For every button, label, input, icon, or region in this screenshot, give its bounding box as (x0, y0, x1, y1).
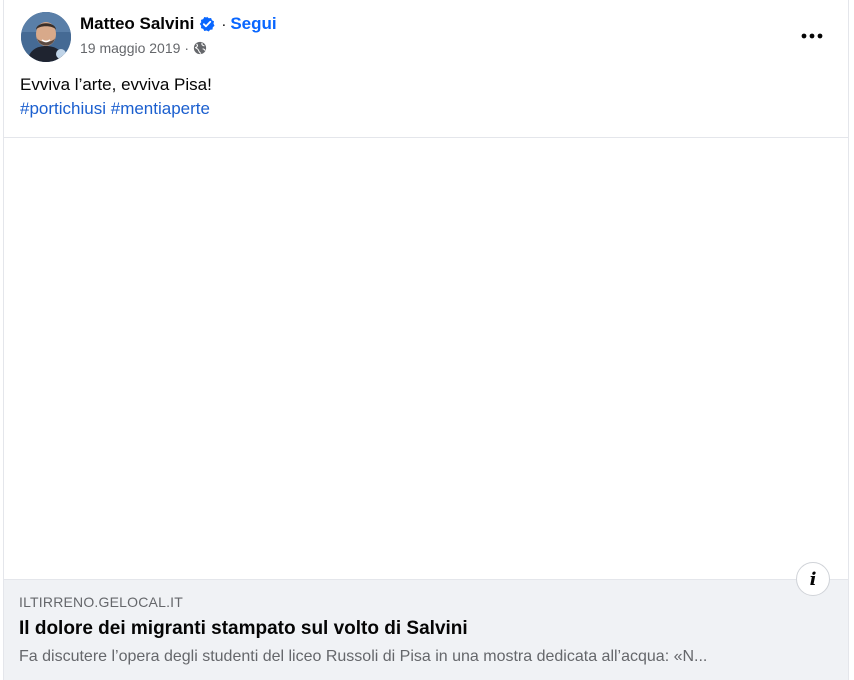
author-avatar[interactable] (21, 12, 71, 62)
hashtag-line: #portichiusi #mentiaperte (20, 97, 212, 121)
verified-badge-icon (200, 16, 215, 32)
name-separator: · (221, 15, 227, 33)
meta-separator: · (184, 40, 190, 56)
link-description: Fa discutere l’opera degli studenti del … (19, 648, 708, 665)
link-image-area[interactable] (4, 138, 848, 579)
globe-icon[interactable] (193, 41, 207, 55)
follow-button[interactable]: Segui (230, 14, 276, 34)
post-header: Matteo Salvini · Segui 19 maggio 2019 · (4, 0, 848, 70)
avatar-photo (21, 12, 71, 62)
author-name[interactable]: Matteo Salvini (80, 14, 194, 34)
link-headline: Il dolore dei migranti stampato sul volt… (19, 618, 468, 639)
more-options-icon (801, 33, 823, 39)
info-icon[interactable]: i (796, 562, 830, 596)
link-domain: ILTIRRENO.GELOCAL.IT (19, 594, 183, 610)
hashtag-link[interactable]: #portichiusi (20, 99, 106, 118)
post-meta: 19 maggio 2019 · (80, 40, 207, 56)
link-preview[interactable]: ILTIRRENO.GELOCAL.IT Il dolore dei migra… (4, 579, 848, 680)
post-card: Matteo Salvini · Segui 19 maggio 2019 · (3, 0, 849, 680)
post-text: Evviva l’arte, evviva Pisa! #portichiusi… (20, 73, 212, 121)
more-options-button[interactable] (794, 18, 830, 54)
hashtag-link[interactable]: #mentiaperte (111, 99, 210, 118)
post-text-line: Evviva l’arte, evviva Pisa! (20, 75, 212, 94)
post-timestamp[interactable]: 19 maggio 2019 (80, 40, 180, 56)
author-line: Matteo Salvini · Segui (80, 13, 277, 35)
